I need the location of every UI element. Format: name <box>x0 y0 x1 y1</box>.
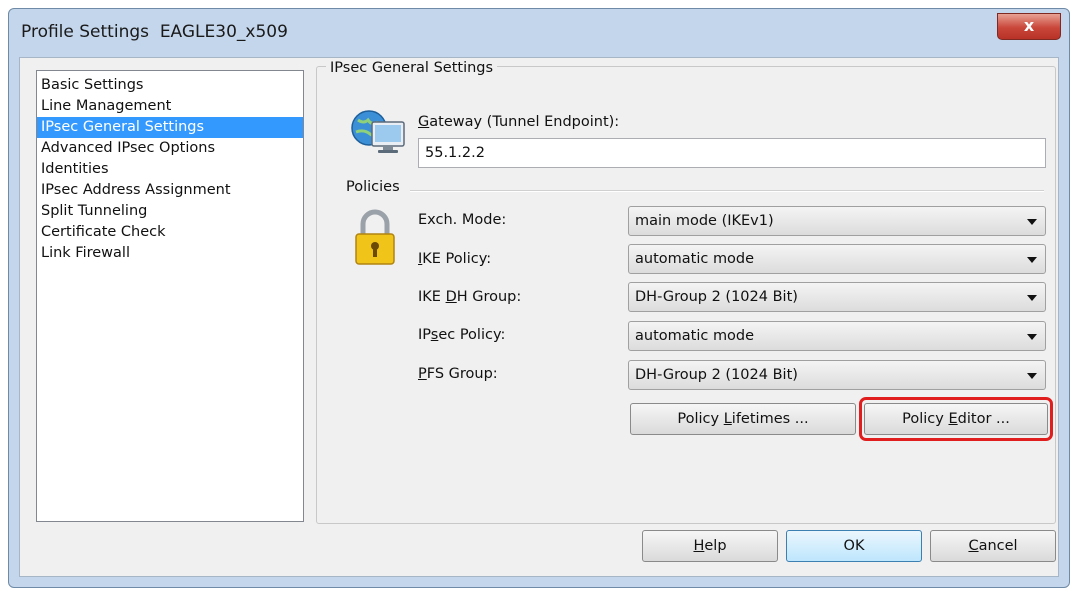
chevron-down-icon <box>1027 334 1037 340</box>
policy-lifetimes-button[interactable]: Policy Lifetimes ... <box>630 403 856 435</box>
policies-divider <box>410 190 1044 192</box>
ok-button[interactable]: OK <box>786 530 922 562</box>
close-button[interactable]: x <box>997 13 1061 40</box>
ipsec-policy-label: IPsec Policy: <box>418 327 506 343</box>
ipsec-policy-value: automatic mode <box>635 328 755 344</box>
nav-item-identities[interactable]: Identities <box>37 159 303 180</box>
exch-mode-select[interactable]: main mode (IKEv1) <box>628 206 1046 236</box>
globe-monitor-icon <box>351 110 405 153</box>
nav-item-ipsec-address-assignment[interactable]: IPsec Address Assignment <box>37 180 303 201</box>
chevron-down-icon <box>1027 257 1037 263</box>
nav-item-split-tunneling[interactable]: Split Tunneling <box>37 201 303 222</box>
chevron-down-icon <box>1027 373 1037 379</box>
dialog-client-area: Basic Settings Line Management IPsec Gen… <box>19 57 1059 577</box>
gateway-input[interactable]: 55.1.2.2 <box>418 138 1046 168</box>
pfs-group-value: DH-Group 2 (1024 Bit) <box>635 367 798 383</box>
window-title: Profile Settings EAGLE30_x509 <box>21 22 288 42</box>
settings-nav-list[interactable]: Basic Settings Line Management IPsec Gen… <box>36 70 304 522</box>
gateway-label: Gateway (Tunnel Endpoint): <box>418 114 620 130</box>
ike-dh-group-label: IKE DH Group: <box>418 289 522 305</box>
title-bar[interactable]: Profile Settings EAGLE30_x509 x <box>9 9 1069 57</box>
pfs-group-select[interactable]: DH-Group 2 (1024 Bit) <box>628 360 1046 390</box>
nav-item-advanced-ipsec-options[interactable]: Advanced IPsec Options <box>37 138 303 159</box>
ike-policy-label: IKE Policy: <box>418 251 492 267</box>
policy-editor-highlight <box>859 397 1053 441</box>
cancel-button[interactable]: Cancel <box>930 530 1056 562</box>
padlock-icon <box>355 209 395 265</box>
chevron-down-icon <box>1027 219 1037 225</box>
profile-settings-window: Profile Settings EAGLE30_x509 x Basic Se… <box>8 8 1070 588</box>
nav-item-line-management[interactable]: Line Management <box>37 96 303 117</box>
nav-item-ipsec-general-settings[interactable]: IPsec General Settings <box>37 117 303 138</box>
exch-mode-value: main mode (IKEv1) <box>635 213 774 229</box>
close-icon: x <box>1023 16 1035 35</box>
group-title: IPsec General Settings <box>326 60 498 76</box>
ipsec-policy-select[interactable]: automatic mode <box>628 321 1046 351</box>
nav-item-certificate-check[interactable]: Certificate Check <box>37 222 303 243</box>
ike-dh-group-select[interactable]: DH-Group 2 (1024 Bit) <box>628 282 1046 312</box>
ike-policy-select[interactable]: automatic mode <box>628 244 1046 274</box>
nav-item-basic-settings[interactable]: Basic Settings <box>37 75 303 96</box>
pfs-group-label: PFS Group: <box>418 366 498 382</box>
nav-item-link-firewall[interactable]: Link Firewall <box>37 243 303 264</box>
policies-section-title: Policies <box>346 179 400 195</box>
exch-mode-label: Exch. Mode: <box>418 212 507 228</box>
ike-dh-group-value: DH-Group 2 (1024 Bit) <box>635 289 798 305</box>
chevron-down-icon <box>1027 295 1037 301</box>
help-button[interactable]: Help <box>642 530 778 562</box>
ike-policy-value: automatic mode <box>635 251 755 267</box>
